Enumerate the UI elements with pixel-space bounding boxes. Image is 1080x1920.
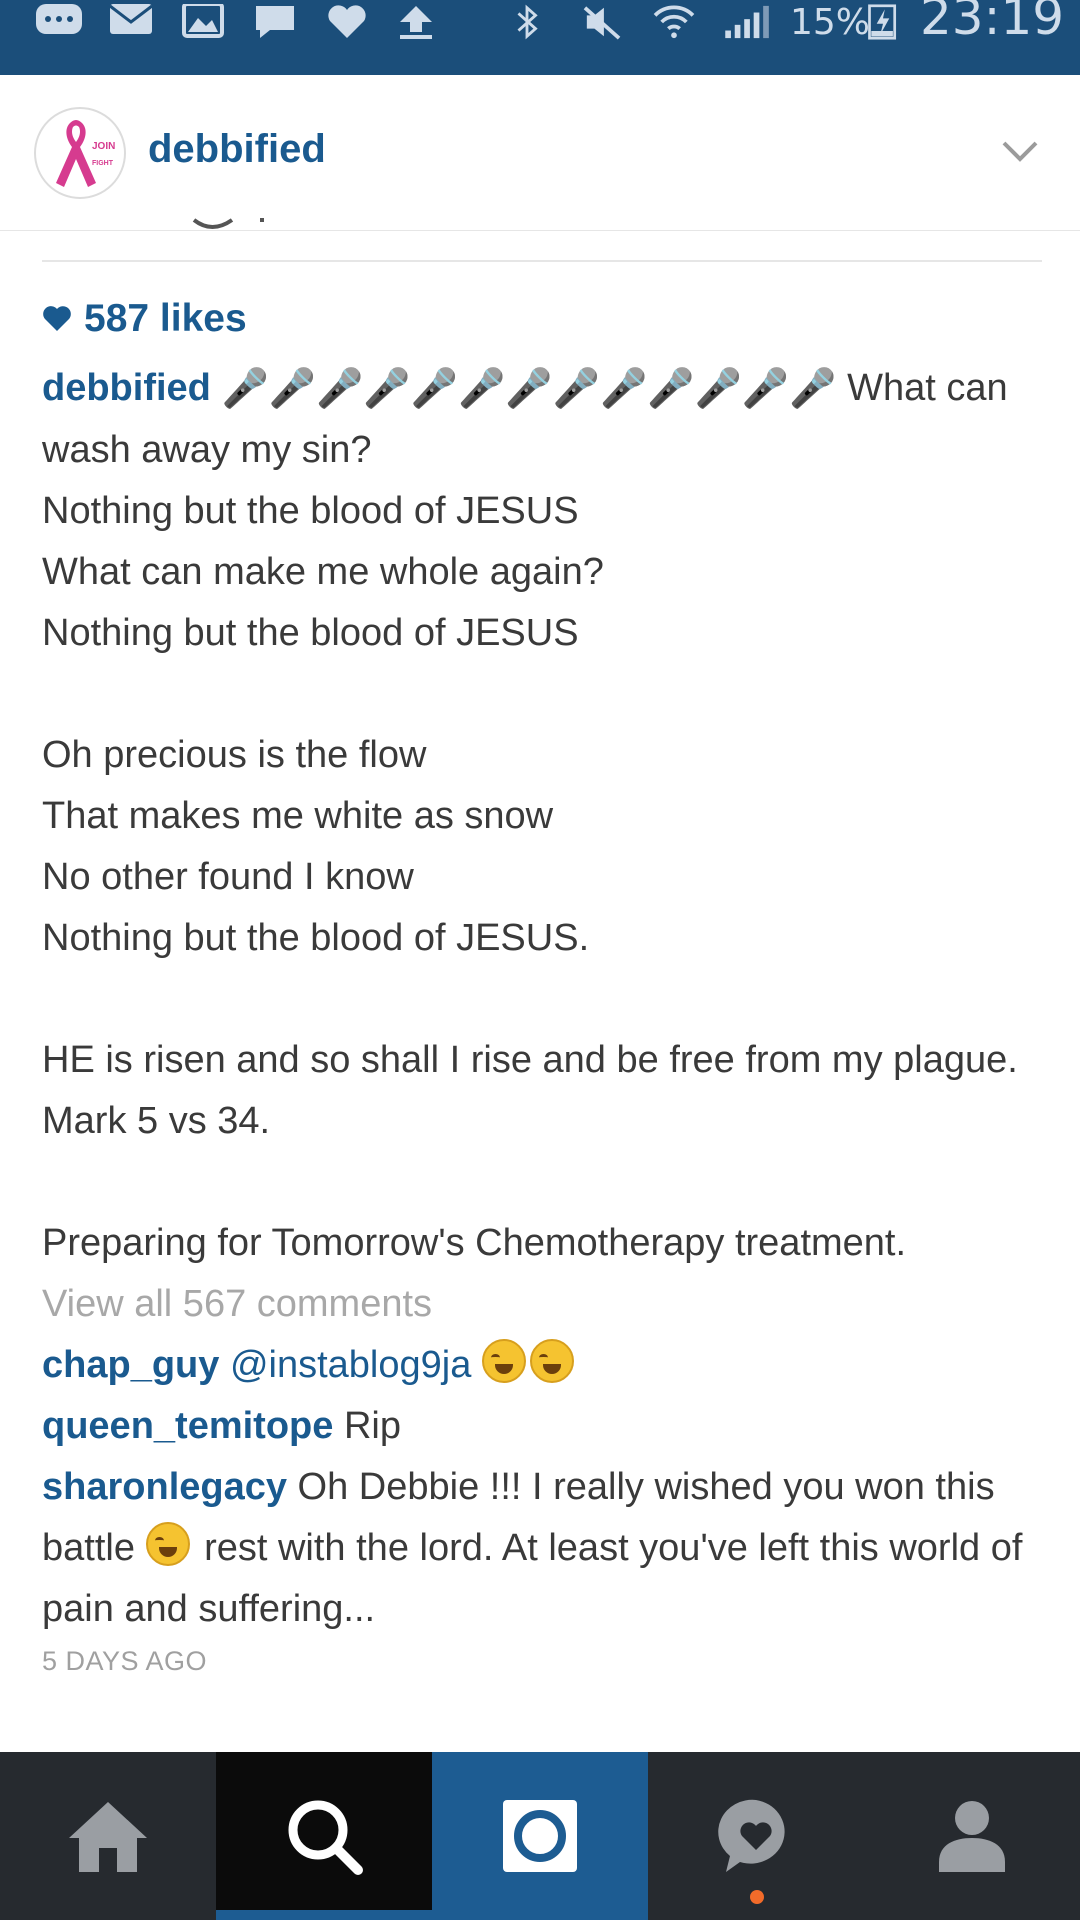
search-icon	[288, 1800, 363, 1875]
header-username[interactable]: debbified	[148, 127, 326, 172]
heart-icon	[43, 306, 71, 331]
status-bar: 15% 23:19	[0, 0, 1080, 75]
likes-row[interactable]: 587 likes	[42, 292, 247, 346]
comment: queen_temitope Rip	[42, 1396, 1042, 1457]
avatar[interactable]: JOIN FIGHT	[34, 107, 126, 199]
battery-percentage: 15%	[790, 2, 871, 43]
avatar-text-fight: FIGHT	[92, 160, 114, 167]
bbm-notification-icon	[256, 6, 294, 38]
action-row-cut-off	[42, 218, 1042, 262]
nav-profile[interactable]	[864, 1752, 1080, 1920]
avatar-text-join: JOIN	[92, 141, 115, 152]
comment-username[interactable]: sharonlegacy	[42, 1466, 287, 1508]
bluetooth-icon	[517, 4, 538, 40]
caption-line: No other found I know	[42, 856, 414, 899]
nav-search[interactable]	[216, 1752, 432, 1920]
battery-charging-icon	[868, 4, 897, 40]
caption-line: That makes me white as snow	[42, 795, 554, 838]
view-all-comments-link[interactable]: View all 567 comments	[42, 1274, 1042, 1335]
crying-face-emoji	[529, 1339, 574, 1384]
caption-username[interactable]: debbified	[42, 367, 211, 409]
post-header: JOIN FIGHT debbified	[0, 75, 1080, 231]
bottom-navigation	[0, 1752, 1080, 1920]
signal-icon	[725, 5, 769, 39]
crying-face-emoji	[145, 1522, 190, 1567]
microphone-emojis: 🎤🎤🎤🎤🎤🎤🎤🎤🎤🎤🎤🎤🎤	[221, 368, 837, 411]
clock: 23:19	[920, 0, 1065, 46]
nav-activity[interactable]	[648, 1752, 864, 1920]
caption-line: Preparing for Tomorrow's Chemotherapy tr…	[42, 1222, 907, 1265]
chevron-down-icon[interactable]	[1000, 137, 1040, 165]
upload-notification-icon	[400, 6, 432, 39]
comment: sharonlegacy Oh Debbie !!! I really wish…	[42, 1457, 1042, 1640]
caption-line: Oh precious is the flow	[42, 734, 427, 777]
camera-icon	[503, 1800, 577, 1872]
crying-face-emoji	[481, 1339, 526, 1384]
caption-line: Nothing but the blood of JESUS	[42, 490, 579, 533]
caption-line: HE is risen and so shall I rise and be f…	[42, 1039, 1018, 1143]
comment-mention[interactable]: @instablog9ja	[230, 1344, 471, 1386]
mute-icon	[583, 6, 621, 40]
comment-text: Rip	[333, 1405, 401, 1448]
activity-icon	[718, 1799, 785, 1872]
caption-first-line: debbified 🎤🎤🎤🎤🎤🎤🎤🎤🎤🎤🎤🎤🎤 What can wash aw…	[42, 358, 1042, 481]
post-content: debbified 🎤🎤🎤🎤🎤🎤🎤🎤🎤🎤🎤🎤🎤 What can wash aw…	[42, 358, 1042, 1640]
notification-dot	[750, 1890, 764, 1904]
heart-notification-icon	[328, 5, 366, 39]
caption-line: What can make me whole again?	[42, 551, 604, 594]
nav-home[interactable]	[0, 1752, 216, 1920]
gallery-notification-icon	[182, 4, 224, 38]
comment-username[interactable]: queen_temitope	[42, 1405, 333, 1447]
nav-camera[interactable]	[432, 1752, 648, 1920]
chat-notification-icon	[36, 4, 82, 34]
profile-icon	[939, 1801, 1005, 1872]
comment: chap_guy @instablog9ja	[42, 1335, 1042, 1396]
comment-username[interactable]: chap_guy	[42, 1344, 219, 1386]
caption-line: Nothing but the blood of JESUS.	[42, 917, 590, 960]
home-icon	[69, 1802, 147, 1872]
likes-count[interactable]: 587 likes	[84, 297, 247, 341]
pink-ribbon-icon: JOIN FIGHT	[56, 120, 115, 187]
caption-line: Nothing but the blood of JESUS	[42, 612, 579, 655]
mail-notification-icon	[109, 4, 153, 34]
wifi-icon	[653, 5, 695, 39]
post-timestamp: 5 DAYS AGO	[42, 1646, 208, 1676]
